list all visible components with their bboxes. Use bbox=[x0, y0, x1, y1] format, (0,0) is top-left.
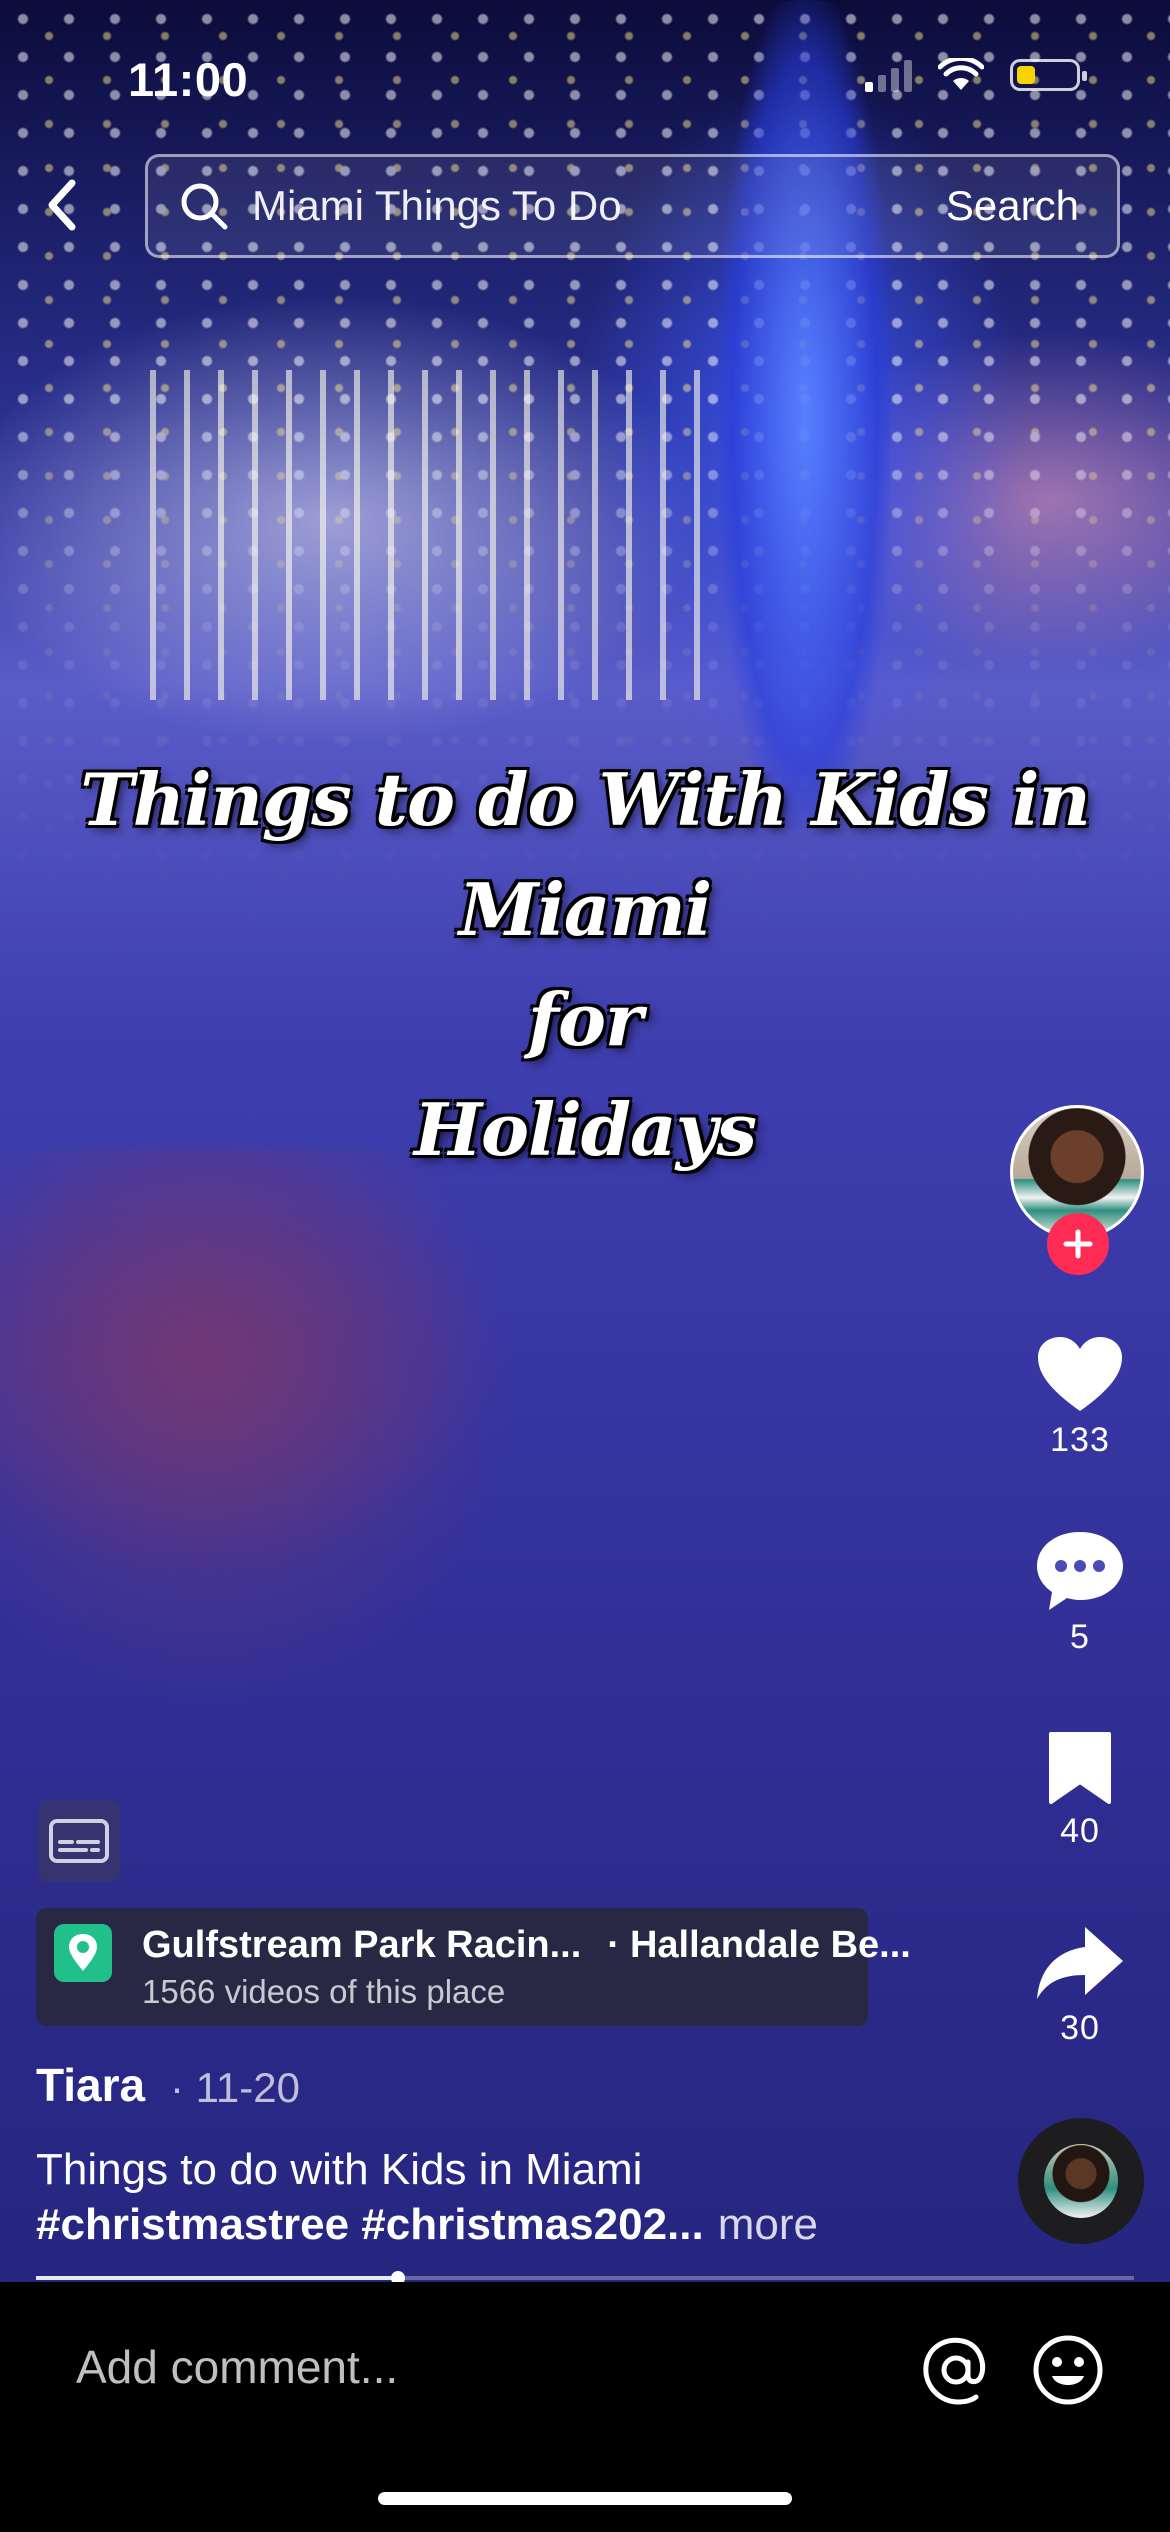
search-button[interactable]: Search bbox=[946, 182, 1079, 230]
sound-avatar bbox=[1044, 2144, 1118, 2218]
battery-icon bbox=[1010, 59, 1087, 91]
comment-button[interactable]: 5 bbox=[1010, 1530, 1150, 1657]
heart-icon bbox=[1038, 1337, 1122, 1411]
like-button[interactable]: 133 bbox=[1010, 1335, 1150, 1460]
overlay-line: Things to do With Kids in bbox=[80, 757, 1091, 842]
fence bbox=[150, 370, 710, 700]
status-time: 11:00 bbox=[128, 53, 249, 106]
location-city: Hallandale Be... bbox=[629, 1924, 911, 1966]
comment-input[interactable]: Add comment... bbox=[76, 2340, 398, 2394]
share-count: 30 bbox=[1060, 2009, 1100, 2047]
share-button[interactable]: 30 bbox=[1010, 1923, 1150, 2048]
comment-count: 5 bbox=[1070, 1618, 1090, 1656]
comment-bubble-icon bbox=[1037, 1532, 1123, 1610]
comment-bar: Add comment... bbox=[0, 2282, 1170, 2532]
plus-icon bbox=[1063, 1229, 1093, 1259]
more-button[interactable]: more bbox=[718, 2200, 818, 2249]
caption-text: Things to do with Kids in Miami bbox=[36, 2145, 643, 2194]
captions-icon bbox=[49, 1819, 109, 1863]
back-button[interactable] bbox=[22, 160, 102, 250]
location-pin-icon bbox=[54, 1924, 112, 1982]
author-name[interactable]: Tiara bbox=[36, 2058, 145, 2112]
sound-disc[interactable] bbox=[1018, 2118, 1144, 2244]
save-button[interactable]: 40 bbox=[1010, 1730, 1150, 1851]
search-query[interactable]: Miami Things To Do bbox=[252, 182, 946, 230]
location-video-count: 1566 videos of this place bbox=[142, 1973, 506, 2010]
progress-fill bbox=[36, 2276, 399, 2280]
location-title: Gulfstream Park Racin... · Hallandale Be..… bbox=[142, 1924, 911, 1967]
overlay-line: for bbox=[528, 977, 643, 1062]
home-indicator bbox=[378, 2492, 792, 2505]
post-date: · 11-20 bbox=[170, 2064, 300, 2111]
overlay-line: Miami bbox=[458, 867, 712, 952]
location-chip[interactable]: Gulfstream Park Racin... · Hallandale Be..… bbox=[36, 1908, 911, 2026]
chevron-left-icon bbox=[48, 179, 76, 231]
status-icons bbox=[865, 58, 1087, 92]
lit-tree-trunk bbox=[720, 0, 890, 830]
emoji-icon[interactable] bbox=[1030, 2332, 1106, 2408]
mention-at-icon[interactable] bbox=[918, 2332, 994, 2408]
creator-avatar-block[interactable] bbox=[1010, 1105, 1150, 1275]
search-icon bbox=[181, 183, 228, 230]
location-name: Gulfstream Park Racin... bbox=[142, 1924, 582, 1966]
cellular-signal-icon bbox=[865, 58, 912, 92]
wifi-icon bbox=[938, 58, 984, 90]
follow-button[interactable] bbox=[1047, 1213, 1109, 1275]
like-count: 133 bbox=[1050, 1421, 1110, 1459]
search-bar[interactable]: Miami Things To Do Search bbox=[145, 154, 1120, 258]
video-overlay-text: Things to do With Kids in Miami for Holi… bbox=[0, 745, 1170, 1185]
share-arrow-icon bbox=[1037, 1927, 1123, 1999]
hashtags[interactable]: #christmastree #christmas202... bbox=[36, 2200, 704, 2249]
video-progress-bar[interactable] bbox=[36, 2271, 1134, 2285]
location-separator: · bbox=[607, 1924, 620, 1966]
caption-hashtags: #christmastree #christmas202... more bbox=[36, 2200, 818, 2250]
bookmark-icon bbox=[1049, 1732, 1111, 1804]
save-count: 40 bbox=[1060, 1812, 1100, 1850]
captions-button[interactable] bbox=[38, 1800, 120, 1882]
ground bbox=[0, 1150, 520, 1710]
overlay-line: Holidays bbox=[413, 1087, 757, 1172]
location-text: Gulfstream Park Racin... · Hallandale Be..… bbox=[142, 1924, 911, 2010]
